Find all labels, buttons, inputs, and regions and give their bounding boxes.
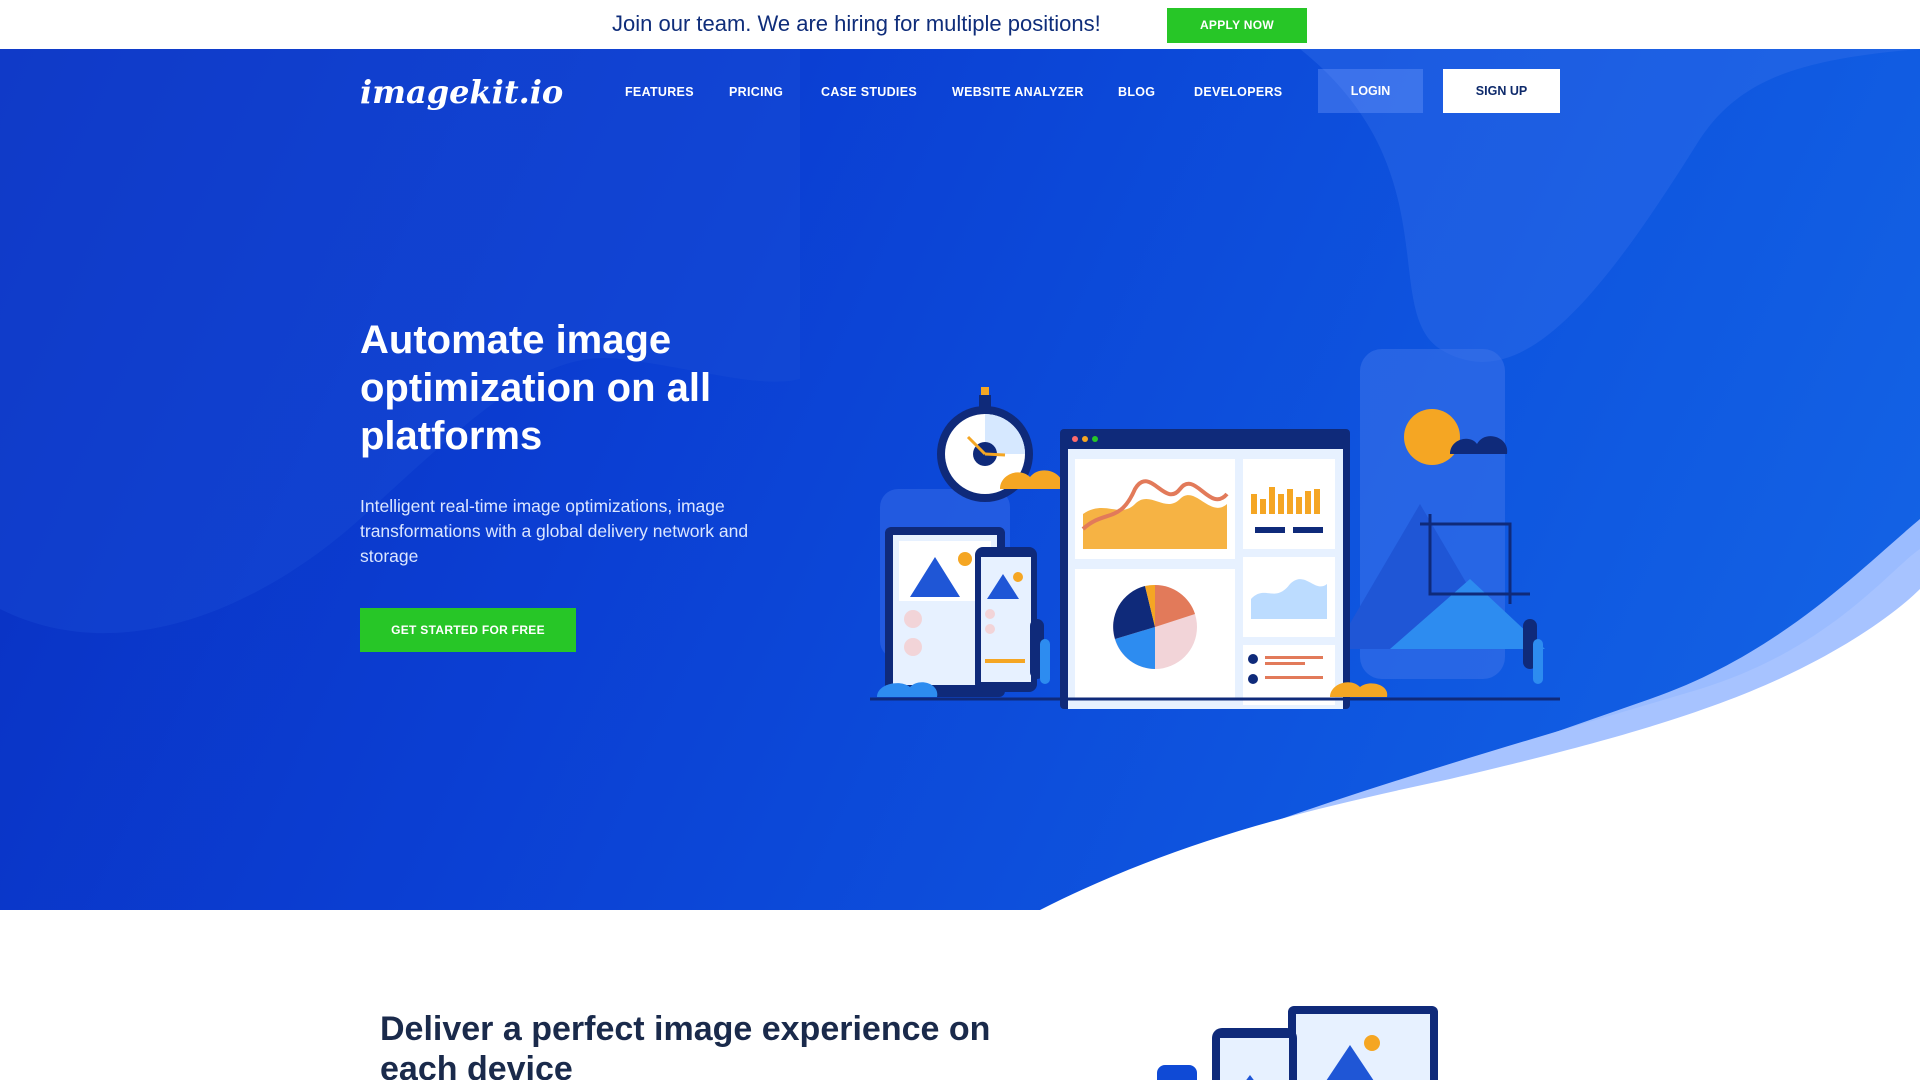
nav-case-studies[interactable]: CASE STUDIES	[821, 85, 917, 99]
nav-website-analyzer[interactable]: WEBSITE ANALYZER	[952, 85, 1084, 99]
hero-title: Automate image optimization on all platf…	[360, 318, 712, 458]
imagekit-logo[interactable]: imagekit.io	[360, 73, 563, 111]
apply-now-button[interactable]: APPLY NOW	[1167, 8, 1307, 43]
signup-button[interactable]: SIGN UP	[1443, 69, 1560, 113]
features-section: Deliver a perfect image experience on ea…	[0, 910, 1920, 1080]
announcement-text: Join our team. We are hiring for multipl…	[612, 11, 1101, 36]
hero-dashboard-illustration	[870, 349, 1560, 709]
nav-blog[interactable]: BLOG	[1118, 85, 1155, 99]
announcement-bar: Join our team. We are hiring for multipl…	[0, 0, 1920, 49]
hero-section: imagekit.io FEATURES PRICING CASE STUDIE…	[0, 49, 1920, 910]
nav-features[interactable]: FEATURES	[625, 85, 694, 99]
get-started-button[interactable]: GET STARTED FOR FREE	[360, 608, 576, 652]
nav-developers[interactable]: DEVELOPERS	[1194, 85, 1282, 99]
section-title: Deliver a perfect image experience on ea…	[380, 1010, 991, 1080]
device-illustration	[1157, 1006, 1438, 1080]
hero-subtitle: Intelligent real-time image optimization…	[360, 496, 749, 566]
login-button[interactable]: LOGIN	[1318, 69, 1423, 113]
nav-pricing[interactable]: PRICING	[729, 85, 783, 99]
